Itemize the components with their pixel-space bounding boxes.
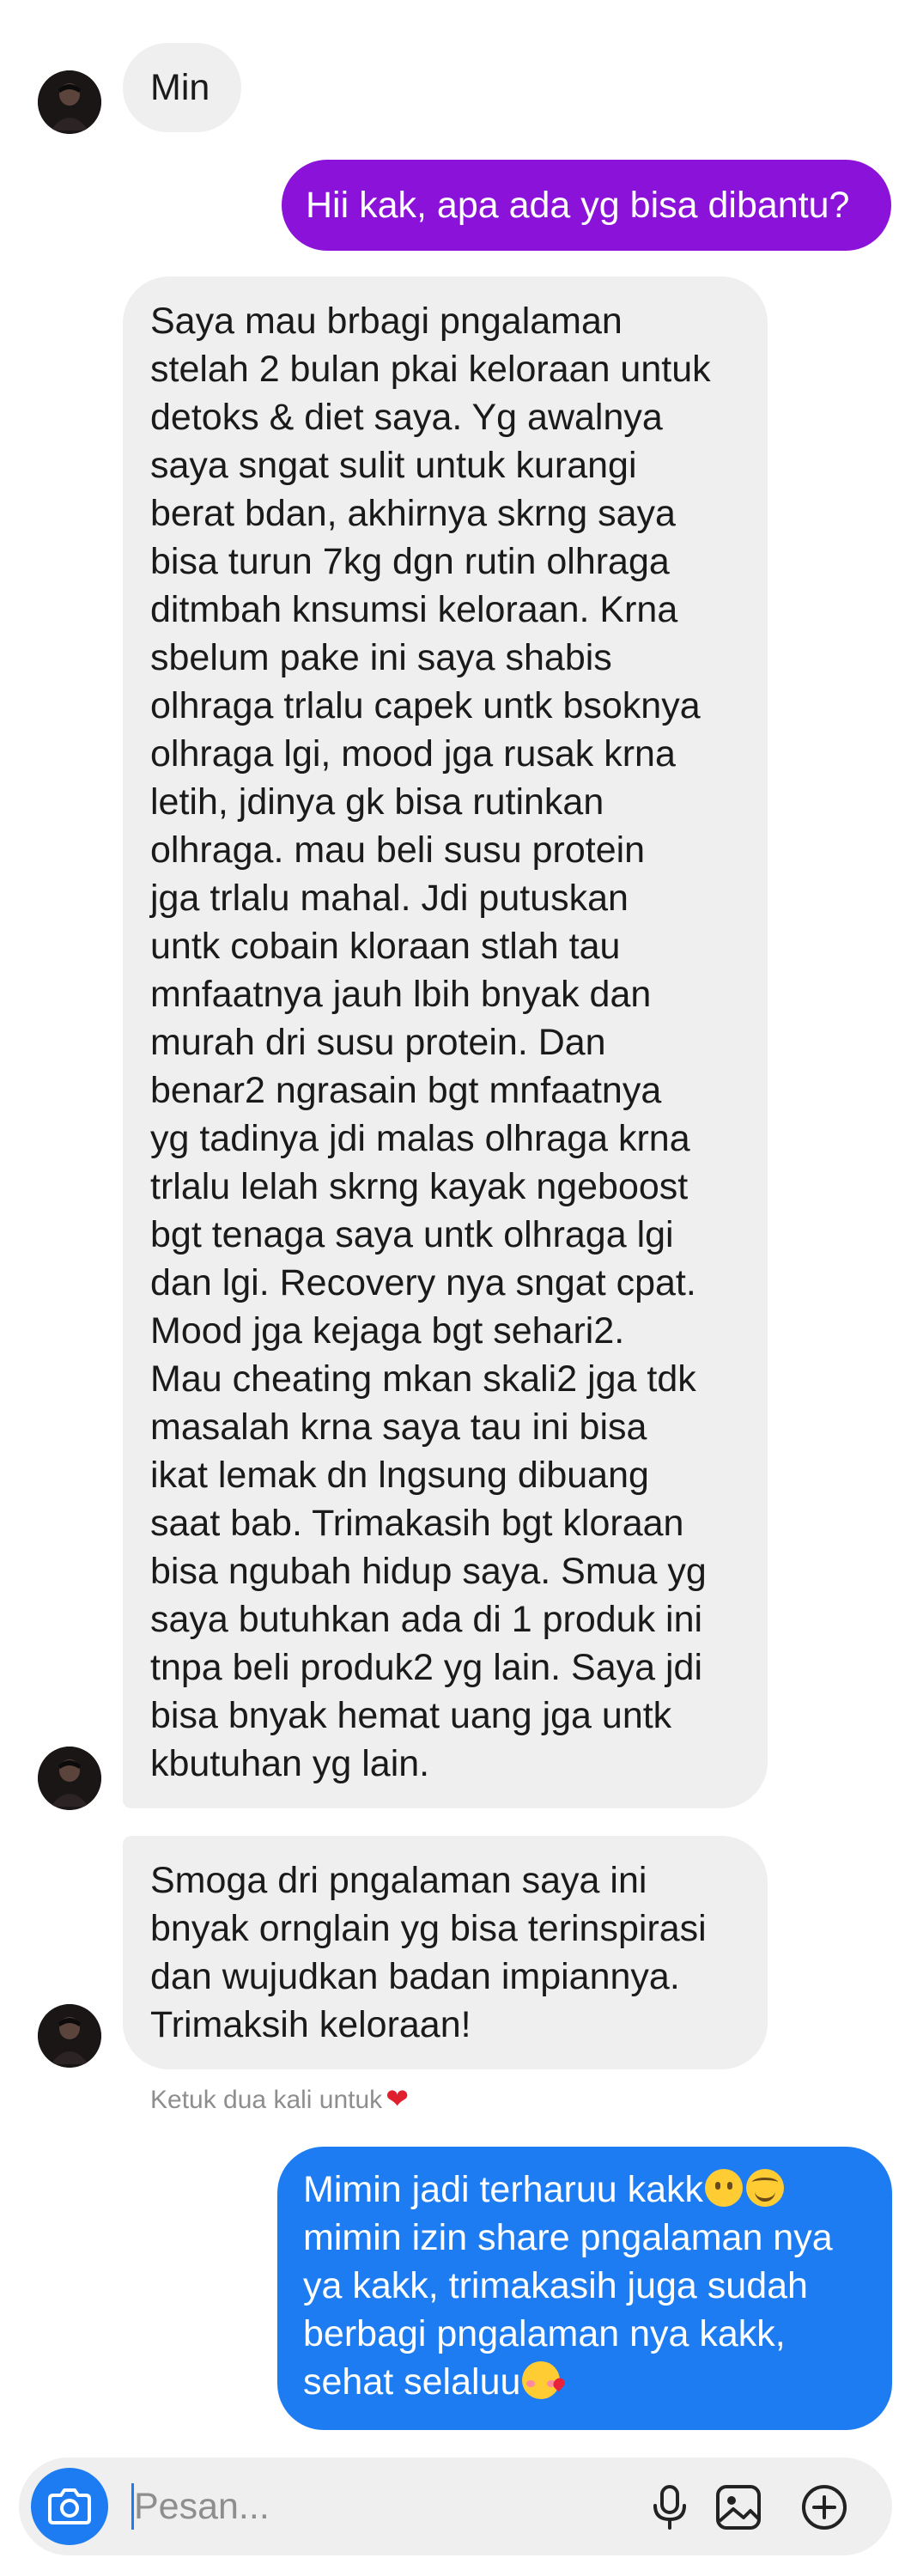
plus-circle-icon bbox=[802, 2485, 847, 2530]
microphone-button[interactable] bbox=[644, 2482, 695, 2533]
outgoing-message[interactable]: Mimin jadi terharuu kakk mimin izin shar… bbox=[277, 2147, 892, 2430]
contact-avatar[interactable] bbox=[38, 2004, 101, 2068]
double-tap-hint: Ketuk dua kali untuk ❤ bbox=[150, 2081, 409, 2117]
contact-avatar[interactable] bbox=[38, 70, 101, 134]
camera-button[interactable] bbox=[31, 2468, 108, 2545]
message-line: Mimin jadi terharuu kakk bbox=[303, 2169, 704, 2210]
add-button[interactable] bbox=[799, 2482, 850, 2533]
heart-icon: ❤ bbox=[386, 2083, 409, 2114]
contact-avatar[interactable] bbox=[38, 1747, 101, 1810]
message-line: mimin izin share pngalaman nya ya kakk, … bbox=[303, 2217, 833, 2403]
gallery-button[interactable] bbox=[713, 2482, 764, 2533]
incoming-message[interactable]: Smoga dri pngalaman saya ini bnyak orngl… bbox=[123, 1836, 768, 2069]
neutral-face-emoji-icon bbox=[705, 2169, 744, 2207]
incoming-message[interactable]: Saya mau brbagi pngalaman stelah 2 bulan… bbox=[123, 276, 768, 1808]
microphone-icon bbox=[653, 2485, 686, 2530]
outgoing-message[interactable]: Hii kak, apa ada yg bisa dibantu? bbox=[282, 160, 891, 251]
double-tap-hint-text: Ketuk dua kali untuk bbox=[150, 2086, 383, 2114]
gallery-icon bbox=[716, 2485, 761, 2530]
message-input[interactable] bbox=[134, 2482, 615, 2531]
smiling-face-with-hearts-emoji-icon bbox=[522, 2361, 561, 2399]
smiling-face-emoji-icon bbox=[746, 2169, 785, 2207]
camera-icon bbox=[48, 2488, 91, 2524]
message-composer bbox=[19, 2458, 892, 2555]
incoming-message[interactable]: Min bbox=[123, 43, 241, 132]
